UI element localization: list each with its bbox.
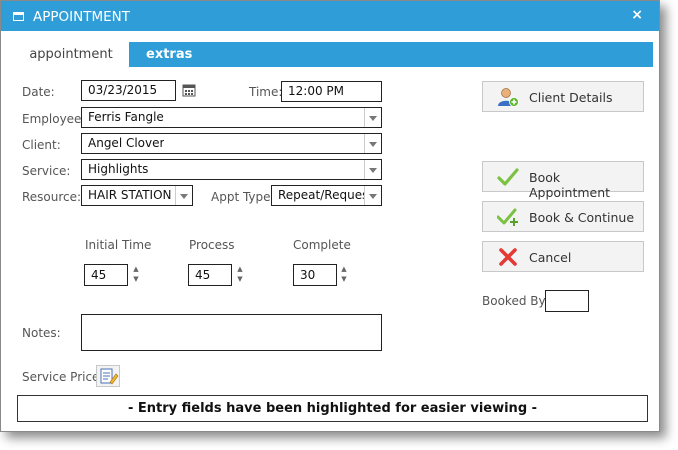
chevron-down-icon[interactable]: [364, 108, 381, 127]
service-price-label: Service Price:: [22, 370, 104, 384]
check-plus-icon: [497, 208, 518, 226]
appt-type-value: Repeat/Request: [278, 188, 364, 202]
tab-bar: appointment extras: [13, 42, 653, 67]
edit-price-icon[interactable]: [96, 365, 120, 387]
book-continue-button[interactable]: Book & Continue: [482, 201, 644, 232]
cancel-label: Cancel: [529, 250, 572, 265]
checkmark-icon: [497, 168, 519, 186]
complete-input[interactable]: 30: [293, 264, 337, 286]
complete-spinner[interactable]: ▲ ▼: [340, 264, 348, 286]
window-title: APPOINTMENT: [33, 9, 130, 25]
resource-dropdown[interactable]: HAIR STATION: [81, 185, 193, 206]
chevron-down-icon[interactable]: [364, 134, 381, 153]
client-value: Angel Clover: [88, 136, 165, 150]
complete-label: Complete: [293, 238, 351, 252]
time-field[interactable]: 12:00 PM: [281, 81, 382, 102]
notes-label: Notes:: [22, 326, 61, 340]
tab-extras[interactable]: extras: [146, 42, 192, 67]
employee-dropdown[interactable]: Ferris Fangle: [81, 107, 382, 128]
employee-label: Employee:: [22, 112, 86, 126]
appt-type-dropdown[interactable]: Repeat/Request: [271, 185, 382, 206]
client-dropdown[interactable]: Angel Clover: [81, 133, 382, 154]
time-label: Time:: [249, 85, 283, 99]
client-details-button[interactable]: Client Details: [482, 81, 644, 112]
service-dropdown[interactable]: Highlights: [81, 159, 382, 180]
chevron-down-icon[interactable]: [364, 186, 381, 205]
close-icon[interactable]: ×: [631, 7, 643, 23]
initial-time-input[interactable]: 45: [84, 264, 128, 286]
appt-type-label: Appt Type:: [211, 190, 275, 204]
service-label: Service:: [22, 164, 71, 178]
title-bar: APPOINTMENT ×: [1, 1, 659, 31]
book-continue-label: Book & Continue: [529, 210, 635, 225]
tab-appointment[interactable]: appointment: [13, 42, 129, 67]
employee-value: Ferris Fangle: [88, 110, 164, 124]
calendar-icon[interactable]: [182, 83, 196, 97]
cancel-x-icon: [499, 248, 517, 266]
client-label: Client:: [22, 138, 61, 152]
initial-time-label: Initial Time: [85, 238, 152, 252]
window-icon: [13, 12, 24, 21]
client-details-label: Client Details: [529, 90, 613, 105]
book-appointment-button[interactable]: Book Appointment: [482, 161, 644, 200]
appointment-dialog: APPOINTMENT × appointment extras Date: 0…: [0, 0, 660, 432]
process-label: Process: [189, 238, 235, 252]
booked-by-label: Booked By:: [482, 294, 549, 308]
initial-time-spinner[interactable]: ▲ ▼: [132, 264, 140, 286]
chevron-down-icon[interactable]: [364, 160, 381, 179]
resource-label: Resource:: [22, 190, 82, 204]
client-icon: [498, 88, 519, 107]
resource-value: HAIR STATION: [88, 188, 172, 202]
cancel-button[interactable]: Cancel: [482, 241, 644, 272]
process-spinner[interactable]: ▲ ▼: [236, 264, 244, 286]
date-field[interactable]: 03/23/2015: [81, 80, 176, 101]
booked-by-field[interactable]: [545, 290, 589, 312]
highlight-notice: - Entry fields have been highlighted for…: [17, 395, 648, 422]
date-label: Date:: [22, 85, 55, 99]
process-input[interactable]: 45: [188, 264, 232, 286]
notes-field[interactable]: [81, 314, 382, 351]
chevron-down-icon[interactable]: [175, 186, 192, 205]
book-appointment-label: Book Appointment: [529, 170, 611, 200]
service-value: Highlights: [88, 162, 149, 176]
